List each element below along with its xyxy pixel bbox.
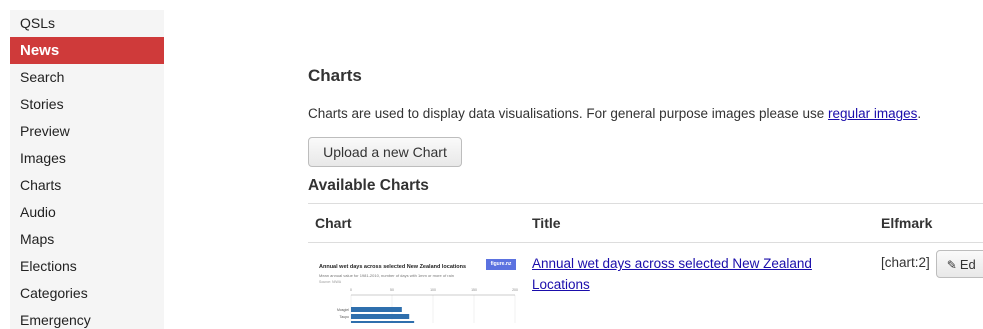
sidebar-item-qsls[interactable]: QSLs <box>10 10 164 37</box>
page-title: Charts <box>308 66 362 85</box>
thumbnail-subtitle: Mean annual value for 1981-2010, number … <box>319 273 454 278</box>
thumbnail-bar <box>351 321 415 323</box>
intro-text: Charts are used to display data visualis… <box>308 106 921 121</box>
sidebar: QSLs News Search Stories Preview Images … <box>10 10 164 329</box>
upload-chart-button[interactable]: Upload a new Chart <box>308 137 462 167</box>
sidebar-item-audio[interactable]: Audio <box>10 199 164 226</box>
charts-table: Chart Title Elfmark 0 50 100 150 200 Mosgiel T… <box>308 203 983 323</box>
thumbnail-bar <box>351 314 410 319</box>
elfmark-code: [chart:2] <box>881 255 930 270</box>
main-content: Charts Charts are used to display data v… <box>308 0 983 329</box>
sidebar-item-charts[interactable]: Charts <box>10 172 164 199</box>
column-header-elfmark: Elfmark <box>874 203 983 243</box>
sidebar-item-search[interactable]: Search <box>10 64 164 91</box>
thumbnail-tick-label: 200 <box>512 288 518 292</box>
intro-text-end: . <box>917 106 922 121</box>
thumbnail-bar-label: Taupo <box>339 315 349 319</box>
available-charts-heading: Available Charts <box>308 177 429 194</box>
sidebar-item-images[interactable]: Images <box>10 145 164 172</box>
thumbnail-tick-label: 0 <box>350 288 352 292</box>
thumbnail-tick-label: 150 <box>471 288 477 292</box>
edit-icon: ✎ <box>946 257 957 272</box>
thumbnail-tick-label: 50 <box>390 288 394 292</box>
column-header-title: Title <box>525 203 874 243</box>
regular-images-link[interactable]: regular images <box>828 106 917 121</box>
intro-text-body: Charts are used to display data visualis… <box>308 106 829 121</box>
sidebar-item-preview[interactable]: Preview <box>10 118 164 145</box>
chart-thumbnail[interactable]: 0 50 100 150 200 Mosgiel Taupo Annual wet days… <box>315 251 520 323</box>
sidebar-item-news[interactable]: News <box>10 37 164 64</box>
sidebar-item-categories[interactable]: Categories <box>10 280 164 307</box>
edit-button-label: Ed <box>959 256 976 272</box>
chart-title-cell: Annual wet days across selected New Zeal… <box>525 243 874 324</box>
thumbnail-logo: figure.nz <box>486 259 516 270</box>
sidebar-item-maps[interactable]: Maps <box>10 226 164 253</box>
table-row: 0 50 100 150 200 Mosgiel Taupo Annual wet days… <box>308 243 983 324</box>
column-header-chart: Chart <box>308 203 525 243</box>
sidebar-item-emergency[interactable]: Emergency <box>10 307 164 329</box>
chart-title-link[interactable]: Annual wet days across selected New Zeal… <box>532 253 832 295</box>
thumbnail-tick-label: 100 <box>430 288 436 292</box>
chart-thumbnail-cell: 0 50 100 150 200 Mosgiel Taupo Annual wet days… <box>308 243 525 323</box>
edit-chart-button[interactable]: ✎ Ed <box>935 250 983 278</box>
sidebar-item-elections[interactable]: Elections <box>10 253 164 280</box>
thumbnail-title: Annual wet days across selected New Zeal… <box>319 264 467 270</box>
chart-elfmark-cell: [chart:2] ✎ Ed <box>874 243 983 324</box>
sidebar-item-stories[interactable]: Stories <box>10 91 164 118</box>
thumbnail-source: Source: NIWA <box>319 280 342 284</box>
table-header-row: Chart Title Elfmark <box>308 203 983 243</box>
thumbnail-bar <box>351 307 402 312</box>
app: QSLs News Search Stories Preview Images … <box>0 0 983 329</box>
thumbnail-bar-label: Mosgiel <box>337 308 349 312</box>
